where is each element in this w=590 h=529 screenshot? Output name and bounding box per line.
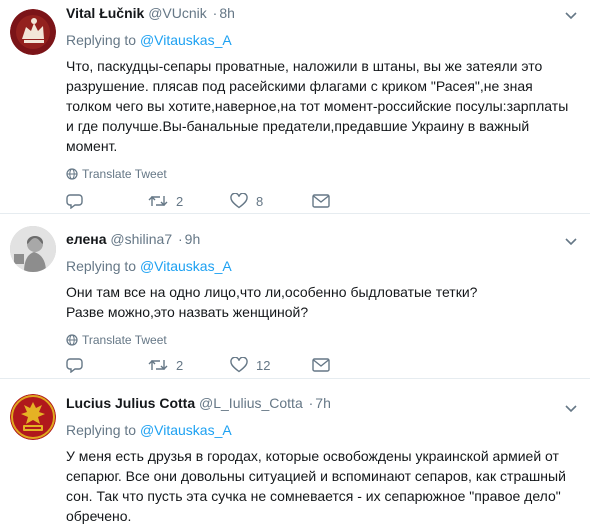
reply-icon (66, 194, 83, 209)
tweet-time[interactable]: 8h (219, 5, 235, 21)
separator-dot: · (308, 395, 314, 411)
reply-button[interactable] (66, 357, 148, 373)
like-count: 12 (256, 357, 271, 373)
tweet-header: Vital Łučnik @VUcnik · 8h (66, 4, 570, 22)
translate-label: Translate Tweet (82, 333, 167, 347)
reply-icon (66, 358, 83, 373)
tweet-text: Они там все на одно лицо,что ли,особенно… (66, 284, 478, 320)
tweet-actions: 2 8 (66, 191, 394, 211)
translate-tweet-link[interactable]: Translate Tweet (66, 166, 570, 182)
replying-to: Replying to @Vitauskas_A (66, 257, 570, 275)
separator-dot: · (212, 5, 218, 21)
user-fullname[interactable]: Lucius Julius Cotta (66, 395, 195, 411)
tweet-time[interactable]: 7h (315, 395, 331, 411)
retweet-icon (148, 360, 168, 370)
translate-tweet-link[interactable]: Translate Tweet (66, 332, 570, 348)
tweet-text: Что, паскудцы-сепары проватные, наложили… (66, 58, 569, 154)
reply-button[interactable] (66, 193, 148, 209)
tweet-text: У меня есть друзья в городах, которые ос… (66, 448, 566, 524)
retweet-icon (148, 196, 168, 206)
retweet-button[interactable]: 2 (148, 193, 230, 209)
translate-label: Translate Tweet (82, 167, 167, 181)
retweet-count: 2 (176, 357, 184, 373)
retweet-button[interactable]: 2 (148, 357, 230, 373)
tweet[interactable]: Vital Łučnik @VUcnik · 8h Replying to @Vi… (0, 0, 590, 214)
avatar[interactable] (10, 394, 56, 440)
heart-icon (230, 357, 248, 373)
avatar[interactable] (10, 226, 56, 272)
like-button[interactable]: 12 (230, 357, 312, 373)
user-fullname[interactable]: елена (66, 231, 107, 247)
heart-icon (230, 193, 248, 209)
replying-prefix: Replying to (66, 258, 137, 274)
tweet-actions: 2 12 (66, 355, 394, 375)
globe-icon (66, 334, 78, 346)
user-handle[interactable]: @L_Iulius_Cotta (199, 395, 303, 411)
replying-to: Replying to @Vitauskas_A (66, 421, 570, 439)
user-handle[interactable]: @shilina7 (110, 231, 172, 247)
like-button[interactable]: 8 (230, 193, 312, 209)
user-handle[interactable]: @VUcnik (148, 5, 207, 21)
envelope-icon (312, 358, 330, 372)
tweet[interactable]: Lucius Julius Cotta @L_Iulius_Cotta · 7h … (0, 379, 590, 529)
like-count: 8 (256, 193, 264, 209)
replying-prefix: Replying to (66, 422, 137, 438)
avatar[interactable] (10, 9, 56, 55)
replying-to-link[interactable]: @Vitauskas_A (140, 258, 232, 274)
envelope-icon (312, 194, 330, 208)
tweet-header: Lucius Julius Cotta @L_Iulius_Cotta · 7h (66, 394, 570, 412)
direct-message-button[interactable] (312, 358, 394, 372)
replying-prefix: Replying to (66, 32, 137, 48)
replying-to-link[interactable]: @Vitauskas_A (140, 32, 232, 48)
tweet[interactable]: елена @shilina7 · 9h Replying to @Vitausk… (0, 214, 590, 379)
direct-message-button[interactable] (312, 194, 394, 208)
replying-to-link[interactable]: @Vitauskas_A (140, 422, 232, 438)
tweet-header: елена @shilina7 · 9h (66, 230, 570, 248)
user-fullname[interactable]: Vital Łučnik (66, 5, 144, 21)
globe-icon (66, 168, 78, 180)
replying-to: Replying to @Vitauskas_A (66, 31, 570, 49)
retweet-count: 2 (176, 193, 184, 209)
separator-dot: · (178, 231, 183, 247)
tweet-time[interactable]: 9h (185, 231, 201, 247)
